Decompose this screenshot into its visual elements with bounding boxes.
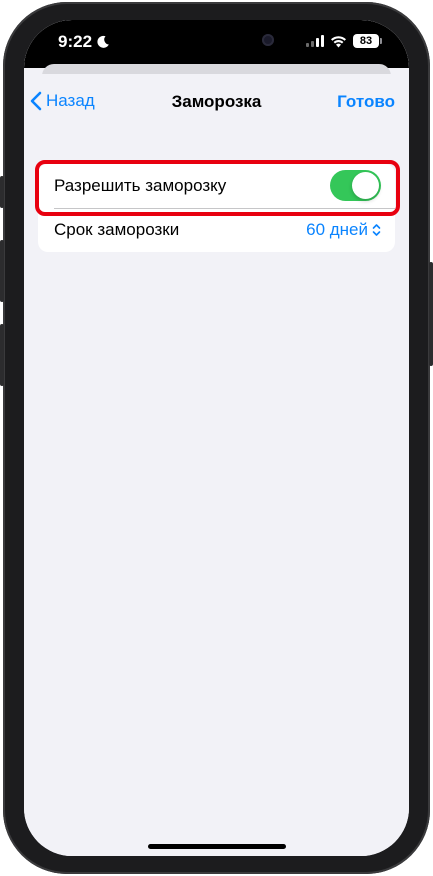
volume-down-button bbox=[0, 324, 4, 386]
allow-freeze-label: Разрешить заморозку bbox=[54, 176, 227, 195]
dynamic-island bbox=[134, 24, 296, 54]
navigation-bar: Назад Заморозка Готово bbox=[24, 74, 409, 126]
wifi-icon bbox=[331, 35, 346, 47]
allow-freeze-toggle[interactable] bbox=[330, 170, 381, 201]
allow-freeze-row[interactable]: Разрешить заморозку bbox=[38, 164, 395, 209]
front-camera-icon bbox=[262, 34, 274, 46]
moon-icon bbox=[97, 35, 109, 48]
power-button bbox=[429, 262, 433, 366]
status-bar: 9:22 83 bbox=[24, 20, 409, 68]
volume-up-button bbox=[0, 240, 4, 302]
freeze-period-picker[interactable]: 60 дней bbox=[306, 220, 381, 240]
home-indicator[interactable] bbox=[148, 844, 286, 849]
battery-indicator: 83 bbox=[353, 34, 382, 48]
freeze-period-label: Срок заморозки bbox=[54, 220, 180, 239]
chevron-up-down-icon bbox=[372, 224, 381, 236]
toggle-knob bbox=[352, 172, 379, 199]
time-label: 9:22 bbox=[58, 32, 93, 51]
screen: 9:22 83 Назад Заморозка Готово Разрешить… bbox=[24, 20, 409, 856]
action-button bbox=[0, 176, 4, 208]
freeze-settings-sheet: Назад Заморозка Готово Разрешить замороз… bbox=[24, 74, 409, 856]
status-indicators: 83 bbox=[306, 34, 382, 48]
freeze-settings-group: Разрешить заморозку Срок заморозки 60 дн… bbox=[38, 164, 395, 252]
done-button[interactable]: Готово bbox=[337, 92, 395, 112]
freeze-period-value: 60 дней bbox=[306, 220, 368, 239]
status-time: 9:22 bbox=[58, 32, 110, 52]
battery-level: 83 bbox=[359, 35, 373, 47]
cellular-signal-icon bbox=[306, 35, 324, 47]
freeze-period-row[interactable]: Срок заморозки 60 дней bbox=[38, 208, 395, 252]
